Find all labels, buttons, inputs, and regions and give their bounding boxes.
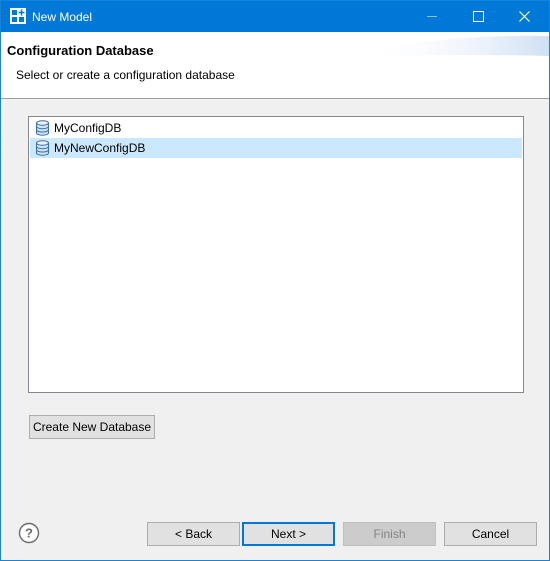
page-description: Select or create a configuration databas… xyxy=(16,68,235,82)
list-item-mynewconfigdb[interactable]: MyNewConfigDB xyxy=(30,138,522,158)
wizard-header: Configuration Database Select or create … xyxy=(1,32,549,98)
page-title: Configuration Database xyxy=(7,43,154,58)
svg-text:?: ? xyxy=(25,526,33,541)
maximize-icon xyxy=(472,11,484,22)
next-button[interactable]: Next > xyxy=(242,522,335,546)
list-item-myconfigdb[interactable]: MyConfigDB xyxy=(30,118,522,138)
minimize-button[interactable] xyxy=(409,1,455,32)
close-button[interactable] xyxy=(501,1,547,32)
maximize-button[interactable] xyxy=(455,1,501,32)
banner-decoration xyxy=(361,35,549,56)
database-icon xyxy=(36,140,49,156)
create-new-database-button[interactable]: Create New Database xyxy=(29,415,155,439)
cancel-button[interactable]: Cancel xyxy=(444,522,537,546)
title-bar[interactable]: New Model xyxy=(1,1,549,32)
minimize-icon xyxy=(427,16,437,17)
close-icon xyxy=(518,11,530,22)
finish-button: Finish xyxy=(343,522,436,546)
window-title: New Model xyxy=(32,10,93,24)
header-divider xyxy=(1,98,549,99)
database-list[interactable]: MyConfigDB MyNewConfigDB xyxy=(28,116,524,393)
new-model-dialog: New Model Configuration Database Select … xyxy=(0,0,550,561)
database-name: MyNewConfigDB xyxy=(54,141,146,155)
back-button[interactable]: < Back xyxy=(147,522,240,546)
help-icon[interactable]: ? xyxy=(18,522,40,544)
database-name: MyConfigDB xyxy=(54,121,122,135)
database-icon xyxy=(36,120,49,136)
app-icon xyxy=(10,8,26,24)
